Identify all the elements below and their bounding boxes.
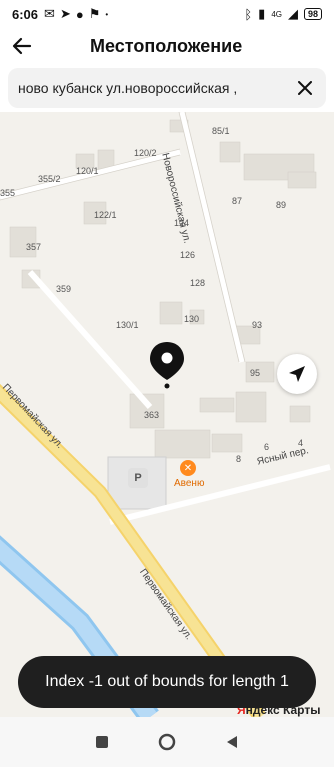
status-time: 6:06 [12, 6, 39, 22]
telegram-icon: ➤ [59, 6, 71, 21]
house-number: 128 [190, 278, 206, 288]
app-bar: Местоположение [0, 28, 334, 64]
house-number: 357 [26, 242, 42, 252]
house-number: 363 [144, 410, 160, 420]
house-number: 93 [252, 320, 263, 330]
back-button[interactable] [0, 28, 44, 64]
toast-message: Index -1 out of bounds for length 1 [45, 673, 289, 690]
house-number: 8 [236, 454, 242, 464]
address-input[interactable]: ново кубанск ул.новороссийская , [18, 80, 292, 96]
status-bar: 6:06 ✉ ➤ ● ⚑ • ᛒ ▮ 4G ◢ 98 [0, 0, 334, 28]
house-number: 120/2 [134, 148, 157, 158]
error-toast: Index -1 out of bounds for length 1 [18, 656, 316, 708]
signal-icon: ▮ [258, 6, 266, 21]
bluetooth-icon: ᛒ [244, 6, 253, 22]
back-nav-button[interactable] [220, 730, 244, 754]
house-number: 89 [276, 200, 287, 210]
map-pin-icon [150, 342, 184, 389]
flag-icon: ⚑ [88, 6, 101, 21]
arrow-left-icon [12, 37, 32, 55]
system-nav-bar [0, 717, 334, 767]
recents-button[interactable] [90, 730, 114, 754]
house-number: 6 [264, 442, 270, 452]
message-icon: ✉ [44, 6, 55, 21]
restaurant-icon[interactable]: ✕ [180, 460, 196, 476]
house-number: 126 [180, 250, 196, 260]
network-type: 4G [271, 9, 282, 19]
dot-icon: • [105, 9, 109, 19]
house-number: 130/1 [116, 320, 139, 330]
parking-icon: P [128, 468, 148, 488]
house-number: 95 [250, 368, 261, 378]
house-number: 87 [232, 196, 243, 206]
home-button[interactable] [155, 730, 179, 754]
house-number: 120/1 [76, 166, 99, 176]
circle-icon [158, 733, 176, 751]
address-search-field[interactable]: ново кубанск ул.новороссийская , [8, 68, 326, 108]
house-number: 355 [0, 188, 16, 198]
poi-label[interactable]: Авеню [174, 478, 204, 489]
house-number: 85/1 [212, 126, 230, 136]
signal-strength-icon: ◢ [287, 6, 298, 21]
triangle-back-icon [226, 736, 237, 748]
clear-button[interactable] [292, 75, 318, 101]
house-number: 359 [56, 284, 72, 294]
my-location-button[interactable] [277, 354, 317, 394]
house-number: 355/2 [38, 174, 61, 184]
chat-icon: ● [75, 6, 84, 22]
notification-icons: ✉ ➤ ● ⚑ • [44, 6, 108, 22]
close-icon [298, 81, 312, 95]
house-number: 122/1 [94, 210, 117, 220]
house-number: 130 [184, 314, 200, 324]
page-title: Местоположение [90, 35, 243, 56]
map-view[interactable]: 85/1 120/2 355/2 120/1 355 87 89 122/1 1… [0, 112, 334, 717]
navigation-arrow-icon [289, 366, 305, 382]
battery-indicator: 98 [303, 8, 322, 20]
square-icon [96, 736, 109, 748]
